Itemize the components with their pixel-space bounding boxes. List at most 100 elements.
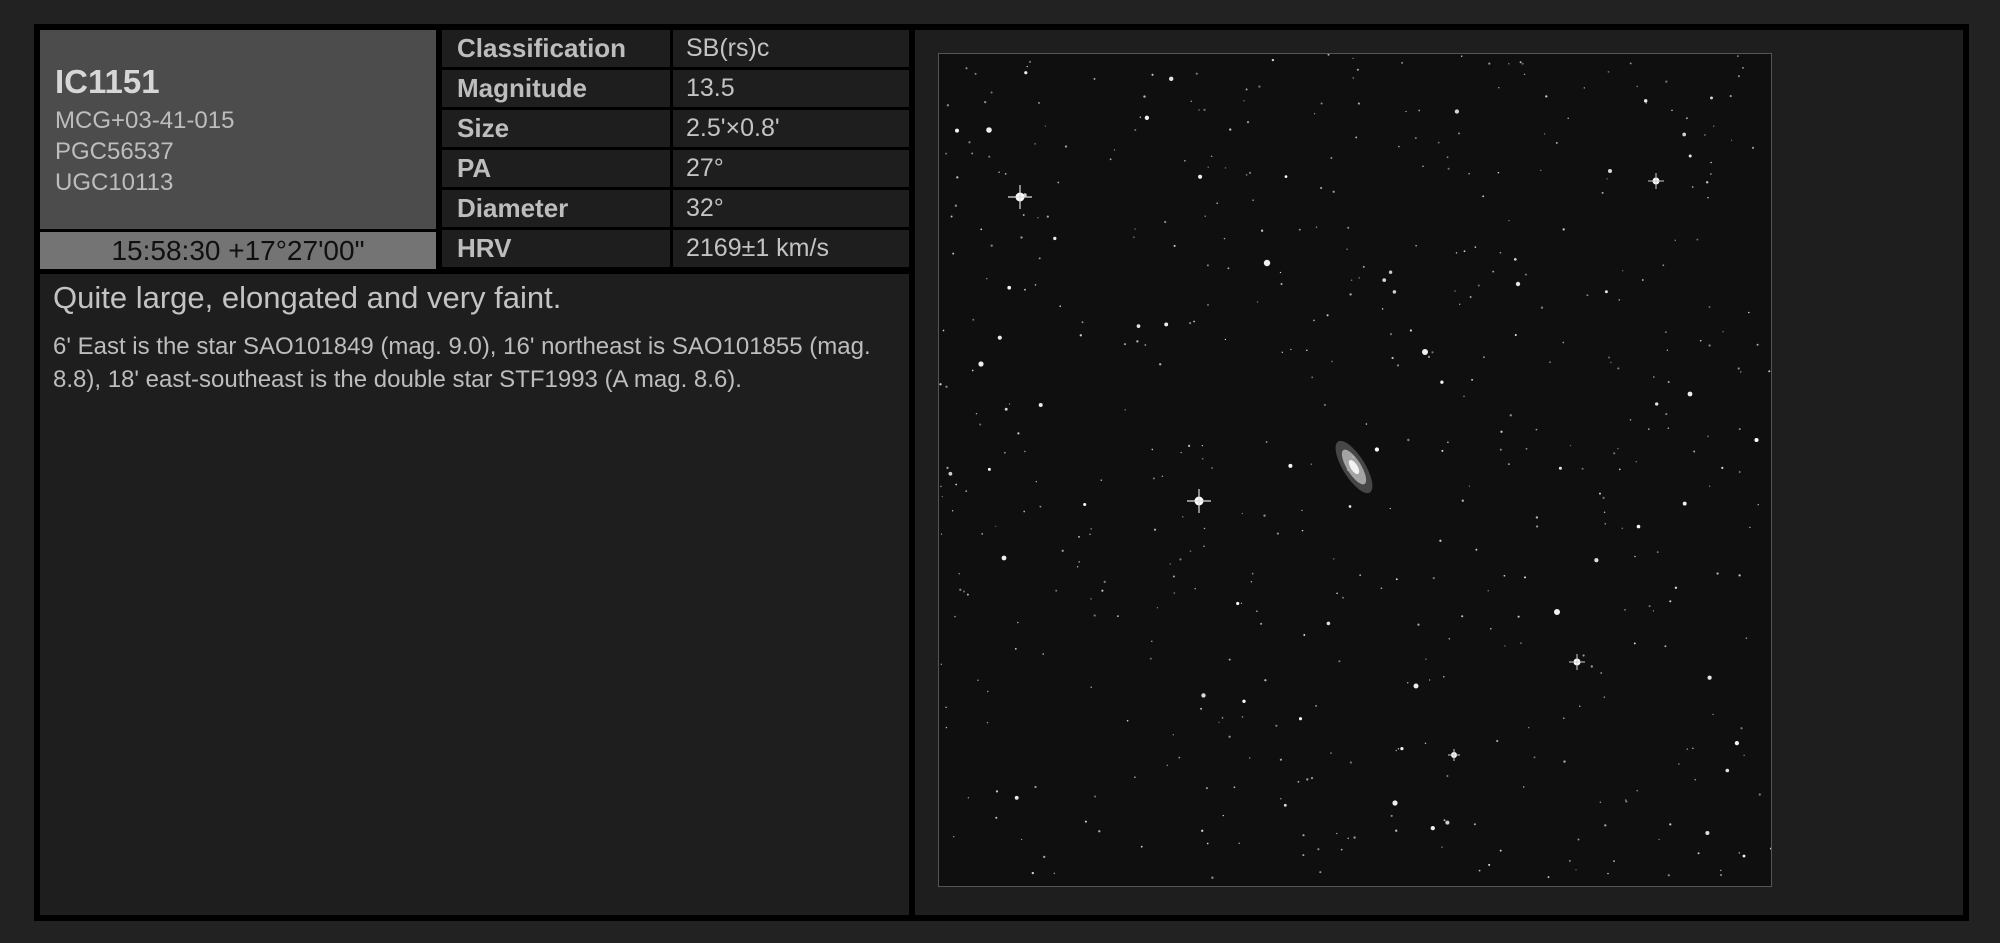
faint-star xyxy=(1558,466,1562,470)
faint-star xyxy=(1331,360,1333,363)
faint-star xyxy=(1356,68,1359,71)
faint-star xyxy=(1514,333,1517,337)
faint-star xyxy=(1396,364,1400,367)
faint-star xyxy=(1768,370,1771,373)
faint-star xyxy=(1242,699,1246,704)
faint-star xyxy=(1555,141,1558,144)
faint-star xyxy=(1024,288,1026,291)
faint-star xyxy=(1207,166,1209,168)
faint-star xyxy=(1579,705,1581,707)
faint-star xyxy=(1513,258,1517,261)
faint-star xyxy=(1031,871,1034,875)
faint-star xyxy=(1302,834,1305,837)
faint-star xyxy=(1599,492,1601,495)
faint-star xyxy=(939,383,942,386)
faint-star xyxy=(995,525,997,527)
faint-star xyxy=(1725,768,1730,773)
faint-star xyxy=(1432,576,1435,580)
faint-star xyxy=(1682,132,1687,137)
faint-star xyxy=(974,72,977,75)
faint-star xyxy=(984,100,987,104)
faint-star xyxy=(1023,510,1026,513)
faint-star xyxy=(1547,876,1550,879)
faint-star xyxy=(1617,367,1620,370)
faint-star xyxy=(954,204,958,207)
faint-star xyxy=(1477,284,1480,287)
faint-star xyxy=(1279,758,1282,761)
faint-star xyxy=(1645,102,1647,104)
faint-star xyxy=(1332,190,1335,193)
faint-star xyxy=(1134,776,1136,779)
faint-star xyxy=(1206,264,1209,267)
faint-star xyxy=(1562,228,1565,231)
faint-star xyxy=(953,836,955,838)
faint-star xyxy=(1319,186,1323,190)
faint-star xyxy=(1388,270,1393,274)
faint-star xyxy=(1038,257,1041,260)
faint-star xyxy=(1198,174,1203,179)
faint-star xyxy=(1194,587,1196,590)
faint-star xyxy=(1688,154,1692,158)
faint-star xyxy=(1455,252,1458,254)
faint-star xyxy=(1674,586,1678,589)
faint-star xyxy=(1256,301,1259,303)
faint-star xyxy=(1710,161,1712,164)
faint-star xyxy=(1380,587,1383,590)
faint-star xyxy=(1608,356,1610,359)
property-value: 13.5 xyxy=(673,70,909,107)
faint-star xyxy=(1613,860,1615,862)
property-label: Diameter xyxy=(442,190,670,227)
faint-star xyxy=(1720,874,1722,876)
faint-star xyxy=(1447,167,1450,170)
faint-star xyxy=(1340,848,1343,851)
faint-star xyxy=(1057,181,1060,184)
faint-star xyxy=(1038,403,1043,407)
faint-star xyxy=(1173,244,1176,247)
property-row-magnitude: Magnitude 13.5 xyxy=(442,70,909,107)
faint-star xyxy=(1297,780,1300,783)
faint-star xyxy=(1389,507,1391,510)
faint-star xyxy=(1445,820,1450,825)
faint-star xyxy=(1707,675,1712,680)
faint-star xyxy=(1583,87,1585,89)
faint-star xyxy=(1446,775,1449,777)
faint-star xyxy=(1604,290,1608,294)
faint-star xyxy=(1124,409,1126,411)
faint-star xyxy=(1034,284,1037,286)
faint-star xyxy=(1405,110,1407,113)
faint-star xyxy=(1441,846,1443,848)
faint-star xyxy=(1216,202,1219,205)
faint-star xyxy=(1607,71,1610,73)
faint-star xyxy=(1629,419,1632,421)
faint-star xyxy=(1624,609,1626,611)
faint-star xyxy=(1562,341,1565,344)
faint-star xyxy=(1523,576,1527,579)
faint-star xyxy=(1524,273,1527,276)
alias-1: MCG+03-41-015 xyxy=(55,107,235,134)
faint-star xyxy=(1581,467,1584,470)
faint-star xyxy=(1682,501,1687,506)
faint-star xyxy=(1350,279,1353,281)
faint-star xyxy=(1028,60,1032,64)
faint-star xyxy=(1658,838,1660,841)
faint-star xyxy=(1652,376,1655,378)
faint-star xyxy=(1169,563,1171,565)
faint-star xyxy=(1692,747,1694,750)
faint-star xyxy=(1035,480,1037,483)
faint-star xyxy=(1090,686,1092,688)
faint-star xyxy=(1757,504,1759,506)
faint-star xyxy=(946,104,950,107)
faint-star xyxy=(1473,823,1476,826)
faint-star xyxy=(1636,85,1638,88)
faint-star xyxy=(1669,600,1672,603)
bright-star xyxy=(1001,555,1007,561)
faint-star xyxy=(1017,432,1020,435)
faint-star xyxy=(1281,351,1284,354)
description-panel: Quite large, elongated and very faint. 6… xyxy=(40,274,909,915)
faint-star xyxy=(1475,548,1478,551)
faint-star xyxy=(1276,532,1279,535)
faint-star xyxy=(1549,361,1551,363)
faint-star xyxy=(966,593,969,596)
faint-star xyxy=(1428,679,1431,681)
faint-star xyxy=(1201,444,1204,447)
